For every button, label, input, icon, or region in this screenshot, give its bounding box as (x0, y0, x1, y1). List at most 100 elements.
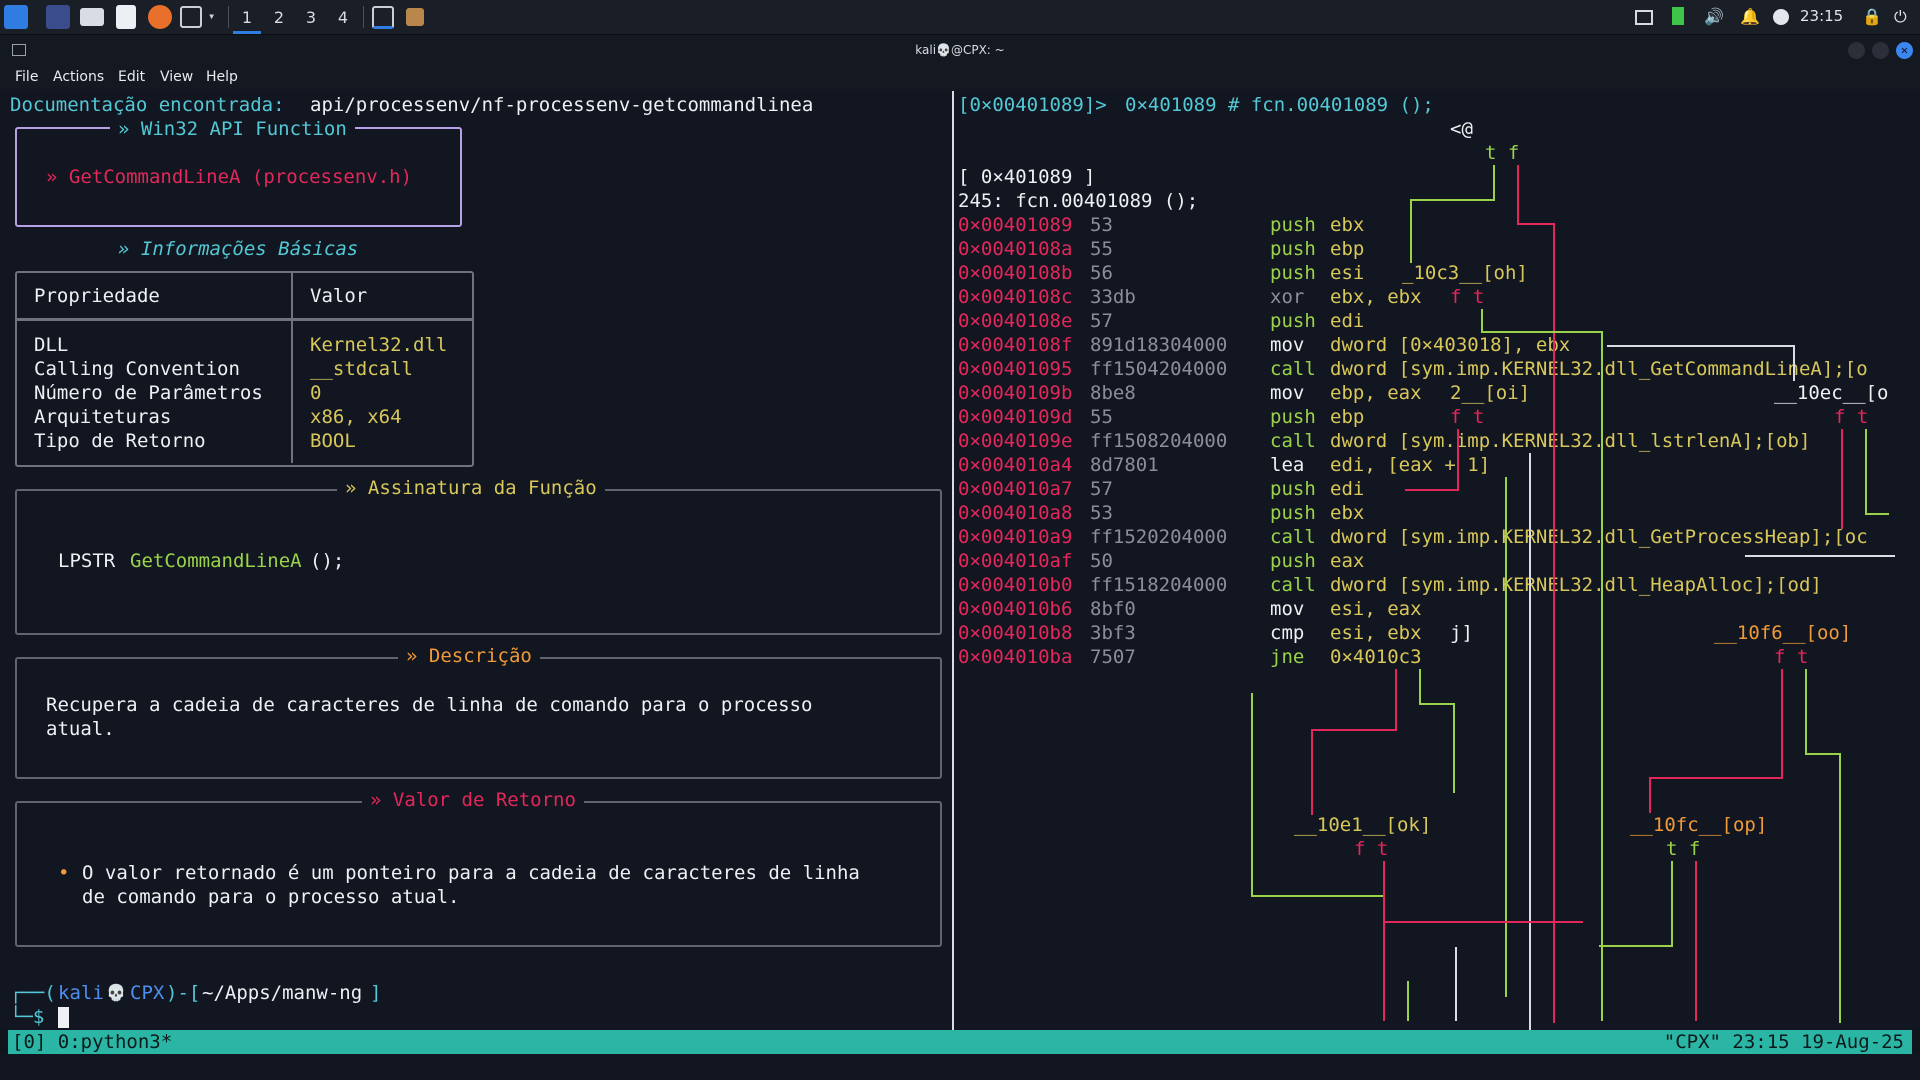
asm-mnemonic: mov (1270, 598, 1305, 620)
table-cell: BOOL (310, 430, 356, 452)
maximize-button[interactable] (1872, 42, 1889, 59)
tf-label: f t (1354, 838, 1389, 860)
workspace-3[interactable]: 3 (297, 5, 325, 31)
menu-actions[interactable]: Actions (53, 69, 104, 85)
graph-edge (1455, 947, 1457, 1021)
asm-operands: 0×4010c3 (1330, 646, 1422, 668)
prompt-user: kali (58, 982, 104, 1004)
window-title: kali💀@CPX: ~ (915, 43, 1005, 57)
description-line-1: Recupera a cadeia de caracteres de linha… (46, 694, 813, 716)
asm-mnemonic: cmp (1270, 622, 1305, 644)
power-icon[interactable]: ⏻ (1894, 7, 1914, 27)
minimize-button[interactable] (1848, 42, 1865, 59)
asm-operands: edi (1330, 310, 1365, 332)
clock-text[interactable]: 23:15 (1800, 7, 1843, 25)
graph-edge (1793, 345, 1795, 381)
asm-address: 0×004010b6 (958, 598, 1073, 620)
asm-operands: ebp, eax (1330, 382, 1422, 404)
menu-view[interactable]: View (160, 69, 193, 85)
return-title: » Valor de Retorno (362, 788, 584, 812)
graph-edge (1453, 703, 1455, 793)
prompt-path: ~/Apps/manw-ng (202, 982, 363, 1004)
asm-operands: ebp (1330, 406, 1365, 428)
node-10e1: __10e1__[ok] (1294, 814, 1432, 836)
asm-mnemonic: mov (1270, 334, 1305, 356)
asm-bytes: 55 (1090, 406, 1113, 428)
signature-type: LPSTR (58, 550, 116, 572)
file-manager-icon[interactable] (80, 8, 104, 26)
menu-file[interactable]: File (15, 69, 38, 85)
asm-address: 0×004010b0 (958, 574, 1073, 596)
cursor[interactable] (58, 1007, 69, 1028)
firefox-icon[interactable] (148, 5, 172, 29)
volume-icon[interactable]: 🔊 (1704, 7, 1724, 27)
status-window[interactable]: [0] 0:python3* (12, 1030, 172, 1054)
graph-edge (1865, 429, 1867, 513)
tf-label: t f (1666, 838, 1701, 860)
graph-edge (1553, 223, 1555, 1023)
description-title: » Descrição (398, 644, 540, 668)
close-button[interactable]: ✕ (1896, 42, 1913, 59)
tf-label: f t (1834, 406, 1869, 428)
pane-divider[interactable] (952, 91, 954, 1030)
asm-bytes: ff1520204000 (1090, 526, 1228, 548)
graph-edge (1841, 429, 1843, 529)
graph-edge (1457, 429, 1459, 489)
display-icon[interactable] (1635, 10, 1653, 25)
asm-bytes: 8be8 (1090, 382, 1136, 404)
workspace-2[interactable]: 2 (265, 5, 293, 31)
asm-operands: ebx (1330, 214, 1365, 236)
kali-menu-icon[interactable] (4, 5, 28, 29)
graph-edge (1671, 861, 1673, 945)
graph-edge (1781, 669, 1783, 777)
asm-operands: dword [sym.imp.KERNEL32.dll_GetCommandLi… (1330, 358, 1868, 380)
graph-edge (1865, 513, 1889, 515)
battery-icon[interactable] (1672, 7, 1684, 25)
menu-help[interactable]: Help (206, 69, 238, 85)
text-editor-icon[interactable] (116, 5, 136, 29)
function-title: » GetCommandLineA (processenv.h) (46, 166, 413, 188)
table-cell: 0 (310, 382, 322, 404)
asm-operands: dword [sym.imp.KERNEL32.dll_GetProcessHe… (1330, 526, 1868, 548)
graph-edge (1601, 331, 1603, 1021)
asm-bytes: 53 (1090, 214, 1113, 236)
workspace-4[interactable]: 4 (329, 5, 357, 31)
graph-edge (1745, 555, 1895, 557)
prompt-skull-icon: 💀 (106, 983, 126, 1002)
menu-edit[interactable]: Edit (118, 69, 145, 85)
table-cell: Calling Convention (34, 358, 240, 380)
terminal-icon[interactable] (180, 6, 202, 28)
table-cell: Tipo de Retorno (34, 430, 206, 452)
asm-address: 0×0040108e (958, 310, 1073, 332)
desktop-icon[interactable] (46, 5, 70, 29)
graph-edge (1407, 981, 1409, 1021)
node-2: 2__[oi] (1450, 382, 1531, 404)
asm-bytes: ff1508204000 (1090, 430, 1228, 452)
asm-address: 0×00401089 (958, 214, 1073, 236)
asm-address: 0×004010a8 (958, 502, 1073, 524)
return-line-1: O valor retornado é um ponteiro para a c… (82, 862, 860, 884)
signature-name: GetCommandLineA (130, 550, 302, 572)
asm-bytes: 50 (1090, 550, 1113, 572)
lock-icon[interactable]: 🔒 (1862, 7, 1882, 27)
separator (363, 6, 364, 28)
chevron-down-icon[interactable]: ▾ (208, 9, 215, 23)
table-cell: Kernel32.dll (310, 334, 448, 356)
description-box (15, 657, 942, 779)
asm-bytes: 33db (1090, 286, 1136, 308)
graph-entry-marker: <@ (1450, 118, 1473, 140)
asm-address: 0×0040109b (958, 382, 1073, 404)
asm-address: 0×004010ba (958, 646, 1073, 668)
tf-label: f t (1774, 646, 1809, 668)
table-cell: Número de Parâmetros (34, 382, 263, 404)
workspace-1[interactable]: 1 (233, 5, 261, 34)
bell-icon[interactable]: 🔔 (1740, 7, 1760, 27)
graph-edge (1419, 703, 1455, 705)
asm-mnemonic: push (1270, 502, 1316, 524)
terminal-active-icon[interactable] (372, 6, 394, 29)
graph-edge (1481, 309, 1483, 331)
tool-icon[interactable] (406, 8, 424, 26)
graph-edge (1517, 165, 1519, 225)
asm-mnemonic: push (1270, 238, 1316, 260)
table-cell: x86, x64 (310, 406, 402, 428)
